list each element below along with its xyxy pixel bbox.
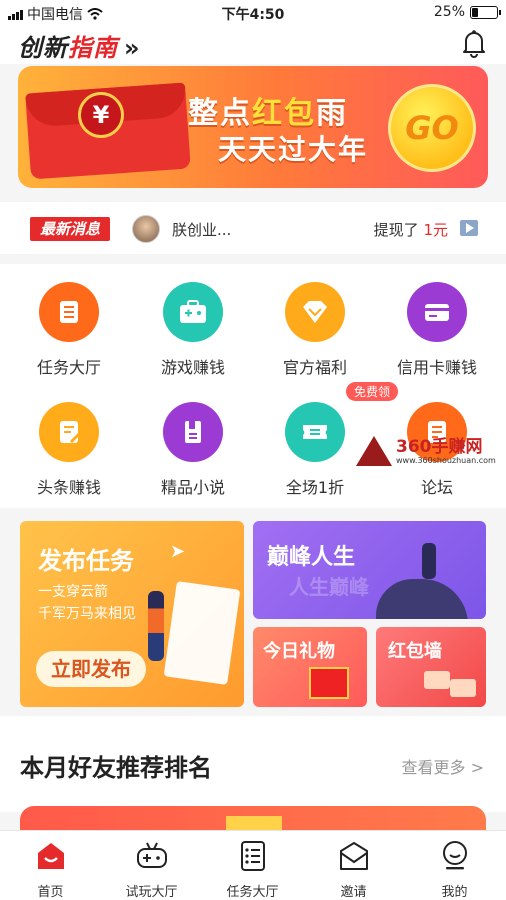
diamond-icon	[285, 282, 345, 342]
grid-item-label: 头条赚钱	[36, 478, 101, 497]
tab-label: 邀请	[340, 885, 367, 900]
status-right: 25%	[433, 4, 501, 20]
watermark-logo-icon	[356, 436, 392, 466]
grid-item-label: 官方福利	[282, 358, 347, 377]
publish-task-line1: 一支穿云箭	[38, 584, 108, 600]
promo-banner[interactable]: ¥ 整点红包雨 天天过大年 GO	[18, 66, 488, 188]
envelope-icon	[424, 671, 450, 689]
grid-item-official-benefit[interactable]: 官方福利	[252, 264, 378, 384]
invite-mail-icon	[339, 842, 368, 870]
news-withdraw: 提现了 1元	[374, 219, 448, 240]
app-logo: 创新指南»	[18, 28, 141, 63]
grid-item-headline-earn[interactable]: 头条赚钱	[6, 384, 132, 504]
tab-label: 我的	[441, 885, 468, 900]
battery-icon	[470, 5, 501, 19]
peak-life-title: 巅峰人生	[267, 545, 356, 570]
tab-label: 任务大厅	[226, 885, 279, 900]
home-icon	[37, 843, 64, 869]
tab-label: 试玩大厅	[125, 885, 178, 900]
feature-grid: 任务大厅 游戏赚钱 官方福利 信用卡赚钱 头条赚钱 精品小说 全场1折 论坛 免…	[0, 264, 506, 508]
edit-doc-icon	[39, 402, 99, 462]
go-button[interactable]: GO	[388, 84, 476, 172]
logo-text-black: 创新	[18, 34, 68, 62]
grid-item-task-hall[interactable]: 任务大厅	[6, 264, 132, 384]
task-list-icon	[39, 282, 99, 342]
view-more-link[interactable]: 查看更多 >	[402, 754, 485, 778]
news-tag: 最新消息	[30, 217, 110, 241]
logo-text-red: 指南	[68, 34, 118, 62]
red-packet-wall-title: 红包墙	[388, 641, 442, 662]
yuan-coin-icon: ¥	[78, 92, 124, 138]
game-box-icon	[163, 282, 223, 342]
tab-home[interactable]: 首页	[0, 831, 101, 900]
ranking-section: 本月好友推荐排名 查看更多 >	[0, 716, 506, 812]
task-list-icon	[240, 841, 265, 871]
grid-item-label: 全场1折	[285, 478, 345, 497]
ranking-title: 本月好友推荐排名	[20, 754, 212, 782]
grid-item-novel[interactable]: 精品小说	[130, 384, 256, 504]
credit-card-icon	[407, 282, 467, 342]
app-header: 创新指南»	[0, 26, 506, 64]
daily-gift-title: 今日礼物	[263, 641, 335, 662]
news-ticker[interactable]: 最新消息 朕创业... 提现了 1元	[0, 202, 506, 254]
tab-trial-hall[interactable]: 试玩大厅	[101, 831, 202, 900]
publish-task-line2: 千军万马来相见	[38, 606, 136, 622]
publish-task-card[interactable]: 发布任务 一支穿云箭 千军万马来相见 ➤ 立即发布	[20, 521, 244, 707]
grid-item-credit-card[interactable]: 信用卡赚钱	[374, 264, 500, 384]
bottom-tab-bar: 首页 试玩大厅 任务大厅 邀请 我的	[0, 830, 506, 900]
status-time: 下午4:50	[221, 7, 285, 23]
play-icon[interactable]	[460, 220, 478, 236]
peak-life-ghost-text: 人生巅峰	[289, 575, 369, 599]
peak-life-card[interactable]: 巅峰人生 人生巅峰	[253, 521, 486, 619]
banner-title: 整点红包雨	[188, 96, 348, 131]
daily-gift-card[interactable]: 今日礼物	[253, 627, 367, 707]
gift-box-icon	[309, 667, 349, 699]
news-user: 朕创业...	[172, 221, 232, 239]
tab-label: 首页	[37, 885, 64, 900]
climber-illustration	[422, 543, 436, 579]
gamepad-icon	[136, 842, 167, 868]
mountain-illustration	[376, 579, 468, 619]
status-bar: 中国电信 下午4:50 25%	[0, 0, 506, 26]
tab-mine[interactable]: 我的	[404, 831, 505, 900]
grid-item-label: 游戏赚钱	[160, 358, 225, 377]
publish-task-title: 发布任务	[38, 547, 134, 575]
news-amount: 1元	[423, 221, 448, 239]
grid-item-label: 精品小说	[160, 478, 225, 497]
envelope-icon	[450, 679, 476, 697]
watermark-url: www.360shouzhuan.com	[396, 456, 496, 465]
publish-now-button[interactable]: 立即发布	[36, 651, 146, 687]
ticket-icon	[285, 402, 345, 462]
avatar	[132, 215, 160, 243]
profile-icon	[442, 841, 467, 870]
grid-item-label: 信用卡赚钱	[396, 358, 477, 377]
news-action: 提现了	[373, 221, 419, 239]
red-packet-wall-card[interactable]: 红包墙	[376, 627, 486, 707]
chevron-right-icon: »	[124, 34, 141, 62]
free-claim-badge: 免费领	[346, 382, 399, 401]
site-watermark: 360手赚网 www.360shouzhuan.com	[356, 434, 506, 468]
paper-scroll-illustration	[163, 581, 241, 685]
grid-item-label: 论坛	[420, 478, 453, 497]
grid-item-game-earn[interactable]: 游戏赚钱	[130, 264, 256, 384]
banner-title-highlight: 红包	[252, 96, 316, 131]
battery-percent: 25%	[433, 4, 465, 20]
tab-invite[interactable]: 邀请	[303, 831, 404, 900]
book-icon	[163, 402, 223, 462]
banner-subtitle: 天天过大年	[218, 133, 369, 166]
watermark-title: 360手赚网	[396, 437, 483, 457]
bell-icon[interactable]	[460, 28, 488, 58]
paper-plane-icon: ➤	[170, 541, 186, 562]
tab-task-hall[interactable]: 任务大厅	[202, 831, 303, 900]
person-illustration	[148, 591, 164, 661]
grid-item-label: 任务大厅	[36, 358, 101, 377]
